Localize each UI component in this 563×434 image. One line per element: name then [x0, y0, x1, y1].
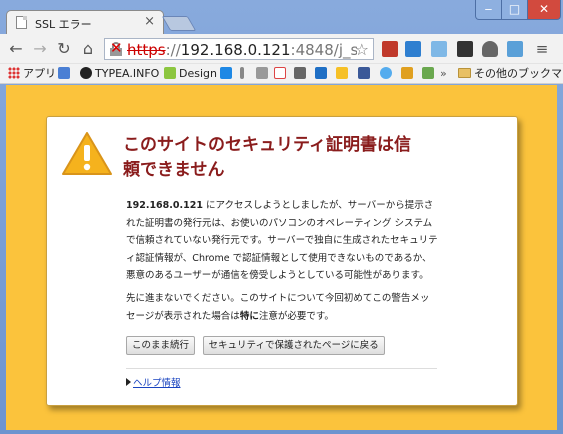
page-content: このサイトのセキュリティ証明書は信 頼できません 192.168.0.121 に…: [6, 85, 557, 430]
apps-grid-icon: [8, 67, 20, 79]
interstitial-card: このサイトのセキュリティ証明書は信 頼できません 192.168.0.121 に…: [46, 116, 518, 406]
typea-icon: [80, 67, 92, 79]
maximize-button[interactable]: □: [501, 0, 528, 20]
bookmarks-overflow[interactable]: »: [440, 66, 447, 82]
help-link[interactable]: ヘルプ情報: [133, 378, 181, 389]
bookmark-3[interactable]: [256, 66, 271, 82]
close-window-button[interactable]: ✕: [527, 0, 561, 20]
bookmark-star-icon[interactable]: ☆: [355, 40, 369, 59]
bookmark-facebook[interactable]: [358, 66, 373, 82]
extension-plug-icon[interactable]: [457, 41, 473, 57]
bookmark-design-label: Design: [179, 67, 217, 80]
tab-close-icon[interactable]: ×: [144, 14, 155, 29]
bookmark-9[interactable]: [401, 66, 416, 82]
address-bar[interactable]: ✕ https://192.168.0.121:4848/j_secu ☆: [104, 38, 374, 60]
advice-text: 先に進まないでください。このサイトについて今回初めてこの警告メッセージが表示され…: [126, 290, 438, 325]
bookmark-design[interactable]: Design: [164, 66, 217, 82]
outlook-icon: [315, 67, 327, 79]
forward-arrow-icon[interactable]: →: [30, 39, 50, 59]
advice-emphasis: 特に: [239, 310, 259, 322]
calendar-icon: [58, 67, 70, 79]
bookmark-blue-icon: [220, 67, 232, 79]
proceed-button[interactable]: このまま続行: [126, 336, 196, 355]
bookmark-gray-icon: [240, 67, 244, 79]
bookmark-5[interactable]: [294, 66, 309, 82]
url-host: 192.168.0.121: [180, 41, 291, 59]
extension-red-book-icon[interactable]: [382, 41, 398, 57]
warning-triangle-icon: [62, 132, 112, 175]
action-buttons: このまま続行 セキュリティで保護されたページに戻る: [126, 336, 389, 355]
extension-calendar-icon[interactable]: [405, 41, 421, 57]
extension-v-icon[interactable]: [507, 41, 523, 57]
tab-title: SSL エラー: [35, 18, 92, 31]
bookmark-typea-label: TYPEA.INFO: [95, 67, 160, 80]
bookmark-yellow-icon: [401, 67, 413, 79]
bookmark-other-label: その他のブックマーク: [474, 67, 563, 80]
tab-strip: SSL エラー × ‒ □ ✕: [0, 0, 563, 34]
home-icon[interactable]: ⌂: [78, 39, 98, 59]
advice-part2: 注意が必要です。: [258, 310, 334, 322]
page-icon: [16, 16, 27, 29]
explanation-body: にアクセスしようとしましたが、サーバーから提示された証明書の発行元は、お使いのパ…: [126, 200, 438, 281]
new-tab-button[interactable]: [161, 16, 197, 31]
gmail-icon: [274, 67, 286, 79]
bookmark-2[interactable]: [240, 66, 247, 82]
bookmark-go[interactable]: [422, 66, 437, 82]
url-separator: ://: [165, 41, 181, 59]
divider: [126, 368, 437, 369]
url-path: :4848/j_secu: [290, 41, 357, 59]
bookmark-twitter[interactable]: [380, 66, 395, 82]
facebook-icon: [358, 67, 370, 79]
bookmark-x-icon: [256, 67, 268, 79]
folder-icon: [458, 68, 471, 78]
toolbar: ← → ↻ ⌂ ✕ https://192.168.0.121:4848/j_s…: [0, 34, 563, 64]
keep-icon: [336, 67, 348, 79]
bookmark-dark-icon: [294, 67, 306, 79]
bookmark-gmail[interactable]: [274, 66, 289, 82]
reload-icon[interactable]: ↻: [54, 39, 74, 59]
bookmark-calendar[interactable]: [58, 66, 73, 82]
help-toggle[interactable]: ヘルプ情報: [126, 375, 181, 389]
url-text[interactable]: https://192.168.0.121:4848/j_secu: [127, 41, 357, 59]
tab-ssl-error[interactable]: SSL エラー ×: [6, 10, 164, 34]
bookmark-typea[interactable]: TYPEA.INFO: [80, 66, 159, 82]
back-to-safety-button[interactable]: セキュリティで保護されたページに戻る: [202, 336, 385, 355]
back-arrow-icon[interactable]: ←: [6, 39, 26, 59]
page-title: このサイトのセキュリティ証明書は信 頼できません: [123, 133, 443, 183]
broken-lock-icon[interactable]: ✕: [110, 41, 123, 56]
android-icon: [164, 67, 176, 79]
extension-window-icon[interactable]: [431, 41, 447, 57]
menu-icon[interactable]: ≡: [534, 41, 550, 57]
extension-hand-icon[interactable]: [482, 41, 498, 57]
expand-triangle-icon[interactable]: [126, 378, 131, 386]
bookmark-apps[interactable]: アプリ: [8, 66, 56, 82]
page-title-line2: 頼できません: [123, 160, 225, 180]
minimize-button[interactable]: ‒: [475, 0, 502, 20]
bookmark-other-folder[interactable]: その他のブックマーク: [458, 66, 563, 82]
explanation-text: 192.168.0.121 にアクセスしようとしましたが、サーバーから提示された…: [126, 197, 438, 285]
bookmark-1[interactable]: [220, 66, 235, 82]
bookmark-outlook[interactable]: [315, 66, 330, 82]
bookmarks-bar: アプリ TYPEA.INFO Design » その他のブックマーク: [0, 64, 563, 84]
url-scheme: https: [127, 41, 166, 59]
bookmark-apps-label: アプリ: [23, 67, 56, 80]
bookmark-keep[interactable]: [336, 66, 351, 82]
browser-window: SSL エラー × ‒ □ ✕ ← → ↻ ⌂ ✕ https://192.16…: [0, 0, 563, 434]
go-icon: [422, 67, 434, 79]
host-bold: 192.168.0.121: [126, 200, 203, 211]
page-title-line1: このサイトのセキュリティ証明書は信: [123, 135, 411, 155]
twitter-icon: [380, 67, 392, 79]
